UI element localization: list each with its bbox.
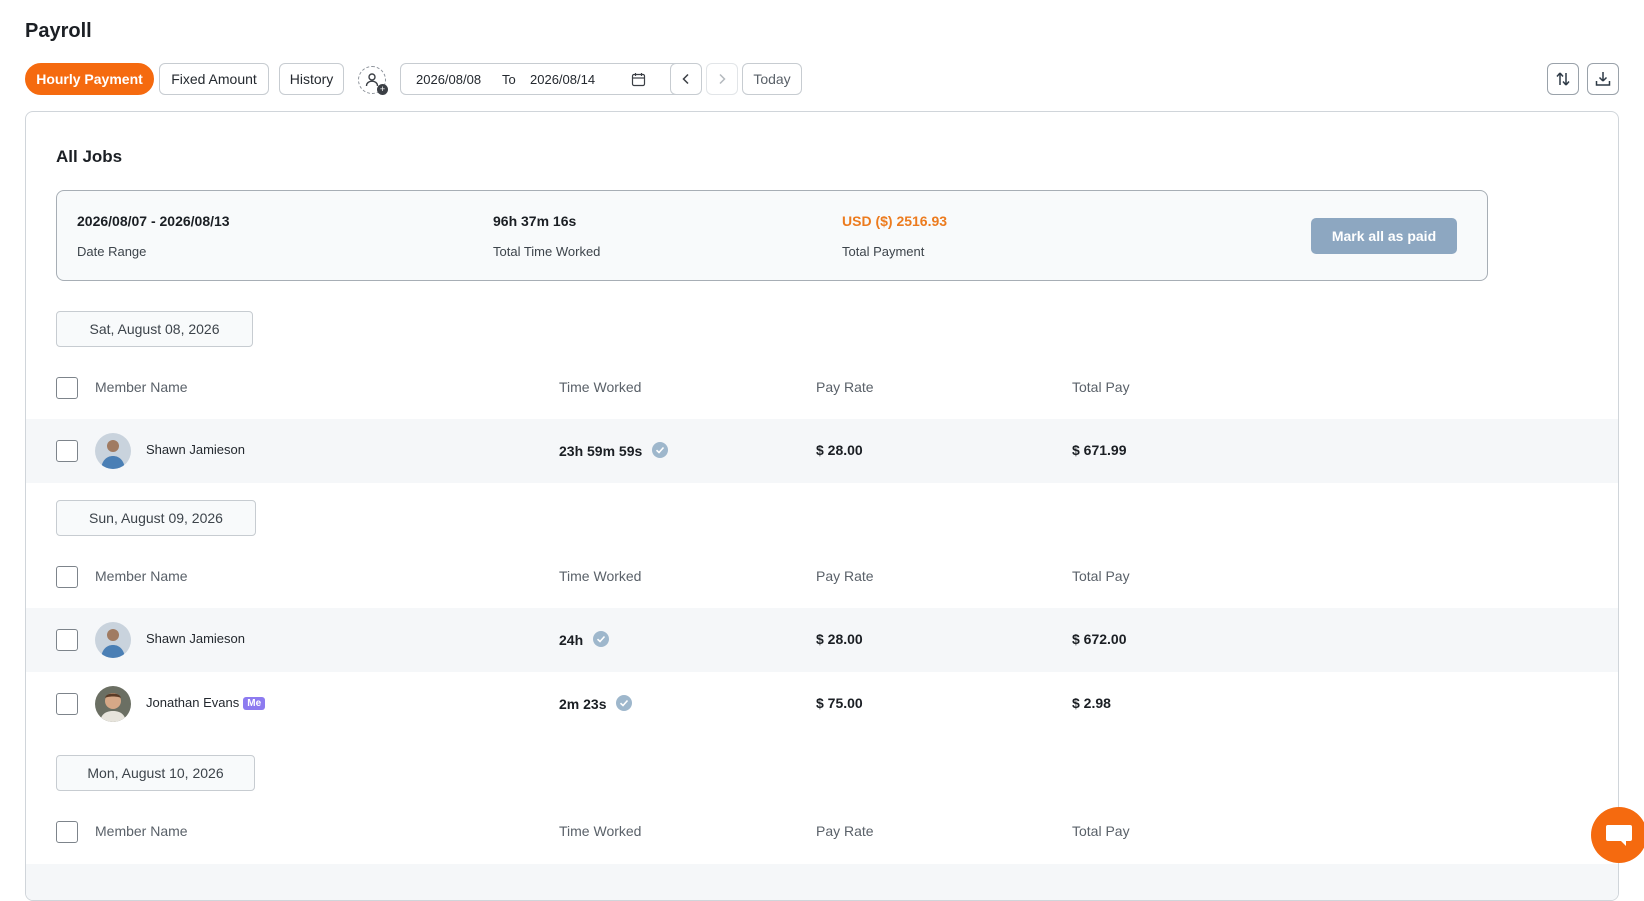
table-row[interactable]: Shawn Jamieson 24h $ 28.00 $ 672.00 <box>26 608 1618 672</box>
chat-icon <box>1606 825 1632 846</box>
chat-button[interactable] <box>1591 807 1644 863</box>
column-total-pay: Total Pay <box>1072 568 1130 584</box>
table-row[interactable]: Shawn Jamieson 23h 59m 59s $ 28.00 $ 671… <box>26 419 1618 483</box>
column-member-name: Member Name <box>95 823 188 839</box>
chevron-right-icon <box>719 73 726 85</box>
column-total-pay: Total Pay <box>1072 823 1130 839</box>
download-button[interactable] <box>1587 63 1619 95</box>
time-worked-value: 24h <box>559 632 584 648</box>
total-time-label: Total Time Worked <box>493 244 601 259</box>
column-member-name: Member Name <box>95 379 188 395</box>
pay-rate: $ 75.00 <box>816 695 863 711</box>
select-all-checkbox[interactable] <box>56 566 78 588</box>
summary-panel: 2026/08/07 - 2026/08/13 Date Range 96h 3… <box>56 190 1488 281</box>
total-pay: $ 2.98 <box>1072 695 1111 711</box>
total-payment-label: Total Payment <box>842 244 925 259</box>
member-name: Jonathan Evans <box>146 695 240 710</box>
time-worked-value: 23h 59m 59s <box>559 443 643 459</box>
row-checkbox[interactable] <box>56 629 78 651</box>
select-all-checkbox[interactable] <box>56 821 78 843</box>
tab-history[interactable]: History <box>279 63 344 95</box>
mark-all-paid-button[interactable]: Mark all as paid <box>1311 218 1457 254</box>
member-filter-button[interactable]: + <box>358 66 388 95</box>
date-separator: To <box>502 72 516 87</box>
column-time-worked: Time Worked <box>559 823 642 839</box>
date-from[interactable]: 2026/08/08 <box>416 72 481 87</box>
column-time-worked: Time Worked <box>559 568 642 584</box>
column-pay-rate: Pay Rate <box>816 568 874 584</box>
date-chip: Sat, August 08, 2026 <box>56 311 253 347</box>
date-to[interactable]: 2026/08/14 <box>530 72 595 87</box>
time-worked: 24h <box>559 631 610 648</box>
select-all-checkbox[interactable] <box>56 377 78 399</box>
table-header: Member Name Time Worked Pay Rate Total P… <box>26 557 1618 597</box>
pay-rate: $ 28.00 <box>816 442 863 458</box>
date-range-picker[interactable]: 2026/08/08 To 2026/08/14 <box>400 63 691 95</box>
column-time-worked: Time Worked <box>559 379 642 395</box>
chevron-left-icon <box>682 73 689 85</box>
tab-fixed-amount[interactable]: Fixed Amount <box>159 63 269 95</box>
table-row-partial[interactable] <box>26 864 1618 900</box>
me-badge: Me <box>243 697 266 710</box>
toolbar: Hourly Payment Fixed Amount History + 20… <box>25 63 1619 95</box>
section-title: All Jobs <box>56 147 123 166</box>
avatar <box>95 622 131 658</box>
page-title: Payroll <box>25 20 92 42</box>
pay-rate: $ 28.00 <box>816 631 863 647</box>
payroll-card: All Jobs 2026/08/07 - 2026/08/13 Date Ra… <box>25 111 1619 901</box>
member-name-cell: Jonathan Evans Me <box>146 695 266 710</box>
date-range-label: Date Range <box>77 244 147 259</box>
avatar <box>95 686 131 722</box>
time-worked: 2m 23s <box>559 695 633 712</box>
table-header: Member Name Time Worked Pay Rate Total P… <box>26 368 1618 408</box>
row-checkbox[interactable] <box>56 440 78 462</box>
download-icon <box>1595 72 1611 86</box>
time-worked-value: 2m 23s <box>559 696 607 712</box>
total-payment-value: USD ($) 2516.93 <box>842 213 948 229</box>
previous-week-button[interactable] <box>670 63 702 95</box>
today-button[interactable]: Today <box>742 63 802 95</box>
total-time-value: 96h 37m 16s <box>493 213 577 229</box>
verified-check-icon <box>652 442 669 458</box>
sort-button[interactable] <box>1547 63 1579 95</box>
column-pay-rate: Pay Rate <box>816 823 874 839</box>
date-chip: Sun, August 09, 2026 <box>56 500 256 536</box>
column-total-pay: Total Pay <box>1072 379 1130 395</box>
next-week-button[interactable] <box>706 63 738 95</box>
column-member-name: Member Name <box>95 568 188 584</box>
verified-check-icon <box>593 631 610 647</box>
total-pay: $ 671.99 <box>1072 442 1127 458</box>
plus-icon: + <box>377 84 388 95</box>
column-pay-rate: Pay Rate <box>816 379 874 395</box>
total-pay: $ 672.00 <box>1072 631 1127 647</box>
table-header: Member Name Time Worked Pay Rate Total P… <box>26 812 1618 852</box>
time-worked: 23h 59m 59s <box>559 442 669 459</box>
verified-check-icon <box>616 695 633 711</box>
tab-hourly-payment[interactable]: Hourly Payment <box>25 63 154 95</box>
date-chip: Mon, August 10, 2026 <box>56 755 255 791</box>
member-name: Shawn Jamieson <box>146 442 245 457</box>
member-name: Shawn Jamieson <box>146 631 245 646</box>
table-row[interactable]: Jonathan Evans Me 2m 23s $ 75.00 $ 2.98 <box>26 672 1618 736</box>
avatar <box>95 433 131 469</box>
calendar-icon[interactable] <box>631 72 646 87</box>
row-checkbox[interactable] <box>56 693 78 715</box>
sort-icon <box>1556 72 1570 86</box>
date-range-value: 2026/08/07 - 2026/08/13 <box>77 213 230 229</box>
